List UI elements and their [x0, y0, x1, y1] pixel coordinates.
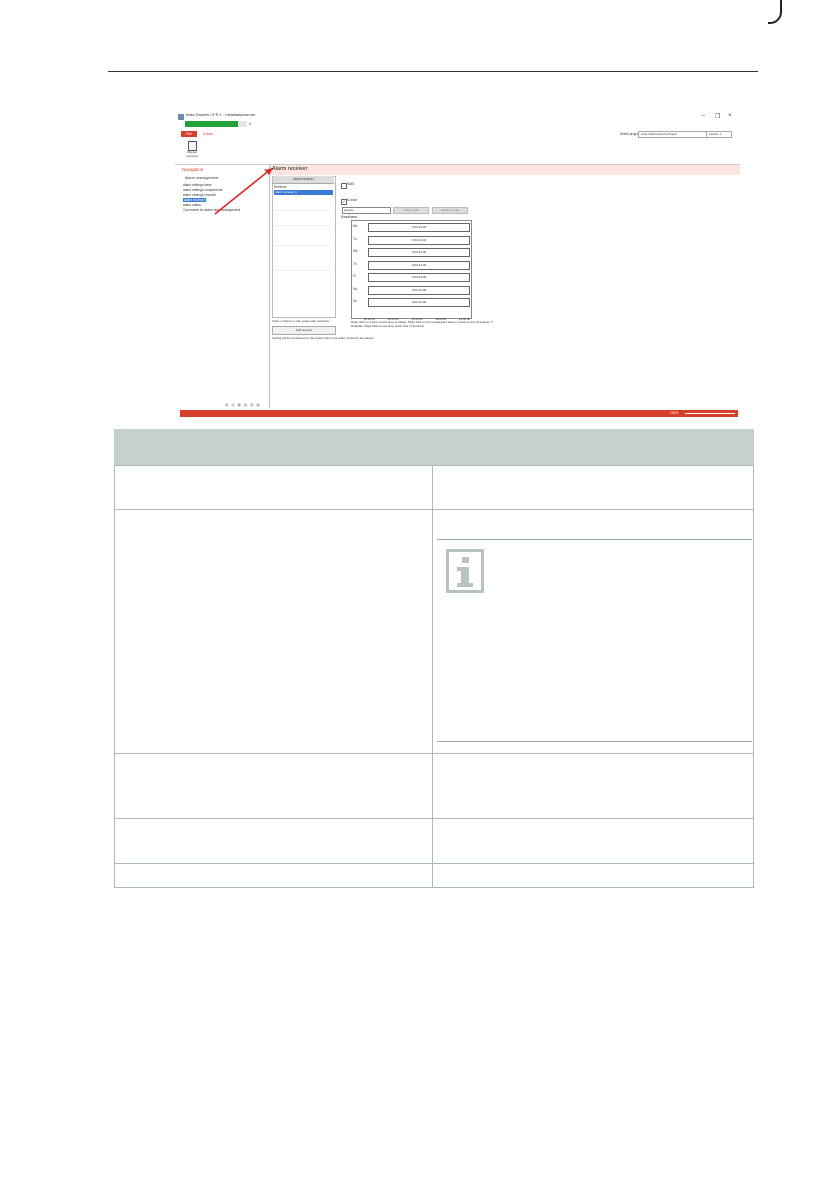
day-label: Th — [353, 261, 357, 266]
table-column-divider — [432, 465, 433, 887]
day-timerange[interactable]: 0:00-24:00 — [368, 223, 470, 232]
day-timerange[interactable]: 0:00-24:00 — [368, 273, 470, 282]
table-row-divider — [114, 465, 754, 466]
table-row-divider — [114, 509, 754, 510]
day-timerange[interactable]: 0:00-24:00 — [368, 285, 470, 295]
software-screenshot: testo Saveris CFR 1 - Installationszone … — [175, 110, 740, 420]
day-label: Mo — [353, 224, 358, 228]
day-label: Tu — [353, 236, 357, 241]
day-label: Fr — [353, 274, 357, 278]
note-bottom-rule — [437, 741, 752, 742]
table-border — [753, 465, 754, 887]
day-label: We — [353, 249, 358, 253]
table-row-divider — [114, 863, 754, 864]
table-row-divider — [114, 887, 754, 888]
note-top-rule — [437, 539, 752, 540]
table-header — [114, 429, 754, 465]
day-timerange[interactable]: 0:00-24:00 — [368, 248, 470, 257]
day-timerange[interactable]: 0:00-24:00 — [368, 235, 470, 245]
table-border — [114, 465, 115, 887]
table-row-divider — [114, 818, 754, 819]
day-timerange[interactable]: 0:00-24:00 — [368, 260, 470, 270]
header-rule — [108, 71, 758, 72]
day-label: Su — [353, 299, 357, 303]
corner-mark — [768, 0, 782, 24]
day-timerange[interactable]: 0:00-24:00 — [368, 298, 470, 307]
table-row-divider — [114, 753, 754, 754]
info-icon — [446, 549, 484, 593]
day-label: Sa — [353, 286, 357, 291]
